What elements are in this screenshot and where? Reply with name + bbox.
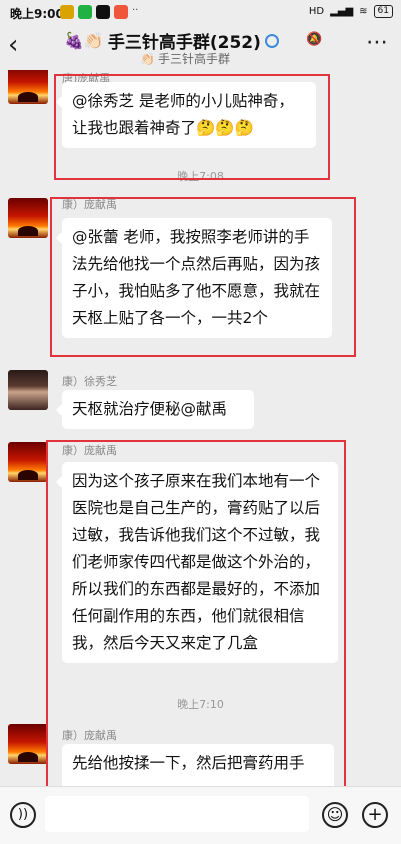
add-more-icon[interactable]: +	[362, 802, 388, 828]
avatar[interactable]	[8, 724, 48, 764]
app-notification-icon	[60, 5, 74, 19]
status-time: 晚上9:00	[10, 7, 64, 21]
signal-icon: ▂▄▆	[330, 6, 354, 17]
battery-icon: 61	[373, 5, 393, 18]
avatar[interactable]	[8, 370, 48, 410]
highlight-box	[46, 440, 346, 786]
wifi-icon: ≋	[359, 6, 368, 17]
highlight-box	[54, 74, 330, 180]
message-bubble[interactable]: 天枢就治疗便秘@献禹	[56, 390, 254, 429]
group-subtitle-row: 👏🏻 手三针高手群	[140, 50, 230, 67]
network-label: HD	[308, 6, 325, 17]
wechat-notification-icon	[78, 5, 92, 19]
status-bar: 晚上9:00 ·· HD ▂▄▆ ≋ 61	[0, 0, 401, 26]
app-notification-icon	[114, 5, 128, 19]
avatar[interactable]	[8, 442, 48, 482]
group-subtitle: 手三针高手群	[157, 52, 230, 66]
message-input[interactable]	[45, 796, 309, 832]
loading-icon	[264, 33, 279, 48]
chat-header: ‹ 🍇👏🏻 手三针高手群(252) 🔕 👏🏻 手三针高手群 ⋯	[0, 26, 401, 70]
title-emoji: 🍇👏🏻	[64, 31, 104, 50]
subtitle-emoji: 👏🏻	[140, 51, 155, 66]
emoji-icon[interactable]: ☺	[322, 802, 348, 828]
status-right: HD ▂▄▆ ≋ 61	[309, 5, 393, 18]
tiktok-notification-icon	[96, 5, 110, 19]
more-notifications-icon: ··	[132, 5, 139, 16]
avatar[interactable]	[8, 198, 48, 238]
voice-input-icon[interactable]: ))	[10, 802, 36, 828]
avatar[interactable]	[8, 70, 48, 104]
notification-icons: ··	[60, 5, 138, 19]
message-list[interactable]: 唐)庞献禹 @徐秀芝 是老师的小儿贴神奇，让我也跟着神奇了🤔🤔🤔 晚上7:08 …	[0, 70, 401, 786]
highlight-box	[50, 197, 356, 357]
mute-bell-icon: 🔕	[306, 32, 323, 47]
more-options-icon[interactable]: ⋯	[366, 30, 389, 55]
input-bar: )) ☺ +	[0, 786, 401, 844]
sender-name: 康）徐秀芝	[62, 375, 117, 388]
back-icon[interactable]: ‹	[8, 32, 18, 58]
